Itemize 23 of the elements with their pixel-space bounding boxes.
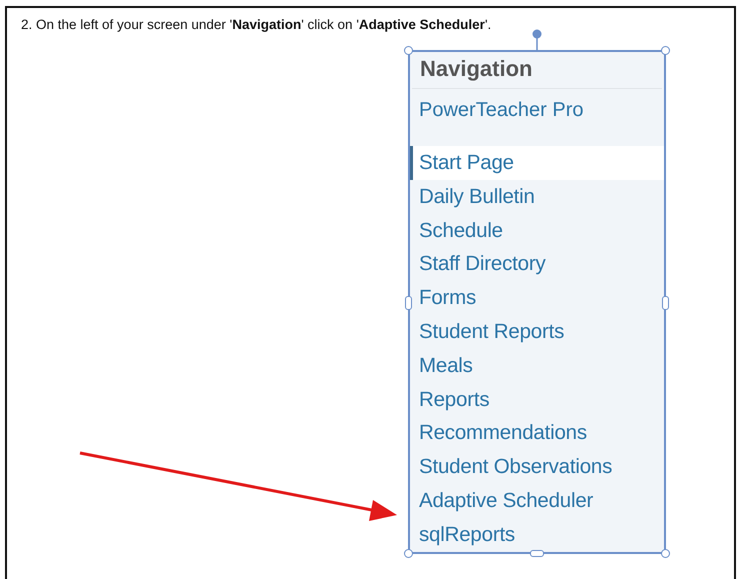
- panel-title: Navigation: [419, 55, 532, 83]
- nav-item[interactable]: Student Reports: [410, 314, 664, 349]
- resize-handle[interactable]: [661, 549, 670, 558]
- nav-item[interactable]: Reports: [410, 382, 664, 416]
- nav-link[interactable]: PowerTeacher Pro: [410, 89, 584, 122]
- resize-handle[interactable]: [405, 296, 412, 310]
- nav-item[interactable]: Start Page: [410, 146, 664, 180]
- nav-item[interactable]: Student Observations: [410, 450, 664, 484]
- resize-handle[interactable]: [404, 549, 413, 558]
- nav-item[interactable]: Schedule: [410, 214, 664, 248]
- nav-item[interactable]: Daily Bulletin: [410, 180, 664, 214]
- instruction-text: 2. On the left of your screen under 'Navigation' click on 'Adaptive Scheduler'.: [21, 17, 492, 32]
- nav-item[interactable]: Staff Directory: [410, 247, 664, 282]
- resize-handle[interactable]: [661, 46, 670, 55]
- rotate-handle[interactable]: [531, 28, 543, 52]
- nav-item[interactable]: Adaptive Scheduler: [410, 484, 664, 518]
- nav-item[interactable]: Forms: [410, 281, 664, 315]
- resize-handle[interactable]: [662, 296, 669, 310]
- resize-handle[interactable]: [530, 550, 544, 557]
- nav-item[interactable]: sqlReports: [410, 518, 664, 552]
- resize-handle[interactable]: [404, 46, 413, 55]
- nav-item[interactable]: Meals: [410, 348, 664, 383]
- nav-item[interactable]: Recommendations: [410, 416, 664, 450]
